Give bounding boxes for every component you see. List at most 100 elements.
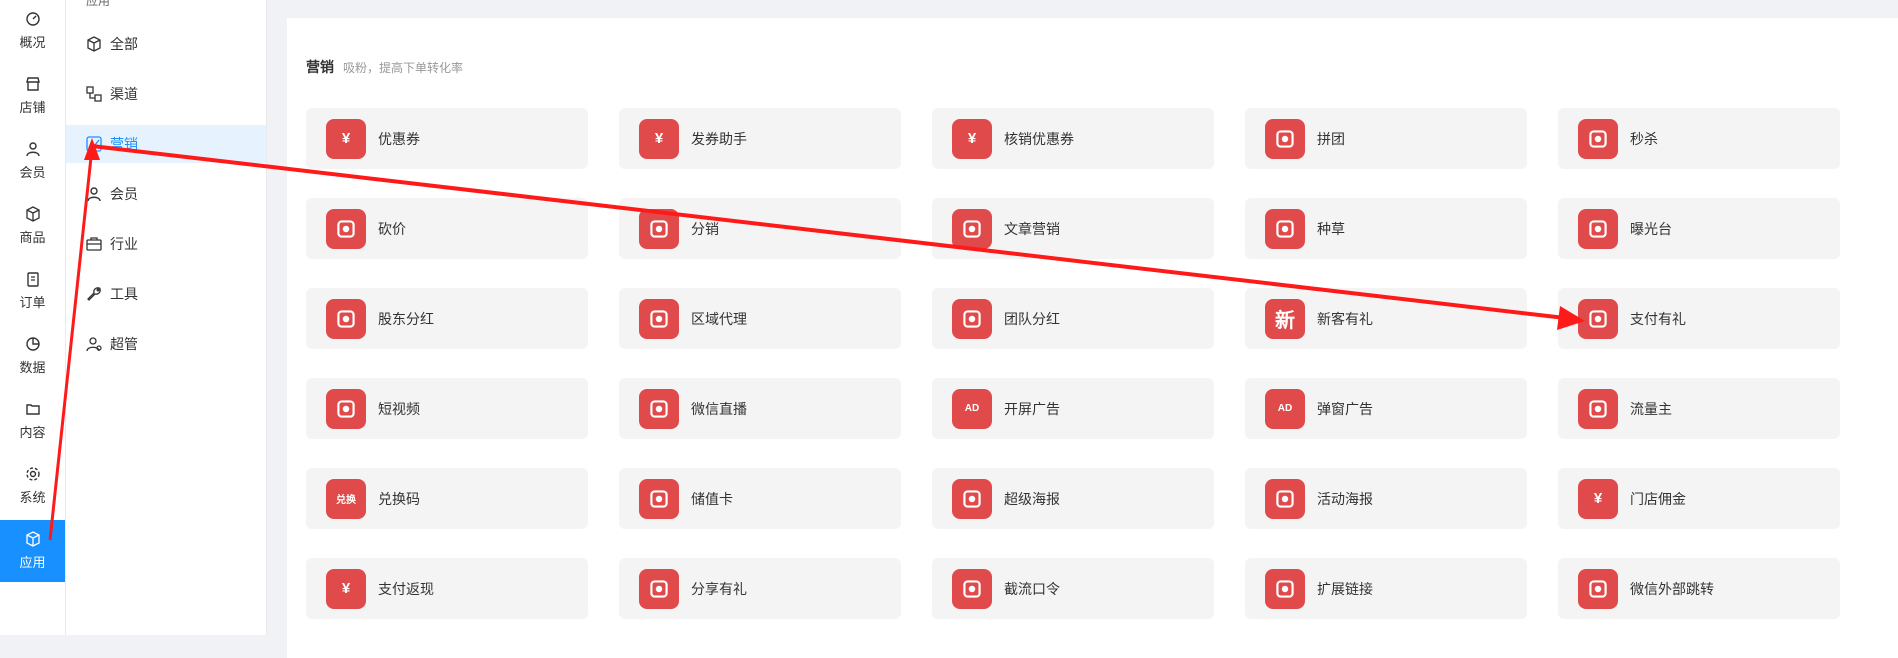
submenu-item-4[interactable]: 行业 [66, 225, 266, 263]
rail-item-4[interactable]: 订单 [0, 260, 65, 322]
submenu-item-3[interactable]: 会员 [66, 175, 266, 213]
dashboard-icon [25, 12, 40, 26]
app-icon: AD [952, 388, 992, 429]
gear-icon [25, 467, 40, 481]
app-label: 核销优惠券 [1004, 130, 1074, 147]
app-symbol [963, 219, 981, 238]
app-icon: ¥ [1578, 478, 1618, 519]
app-card[interactable]: 股东分红 [306, 288, 588, 349]
rail-item-1[interactable]: 店铺 [0, 65, 65, 127]
app-card[interactable]: 分销 [619, 198, 901, 259]
app-card[interactable]: 活动海报 [1245, 468, 1527, 529]
app-symbol [963, 309, 981, 328]
app-symbol [1589, 129, 1607, 148]
app-card[interactable]: 储值卡 [619, 468, 901, 529]
rail-item-label: 店铺 [19, 100, 46, 115]
app-icon [952, 208, 992, 249]
app-icon [1265, 568, 1305, 609]
app-card[interactable]: 新 新客有礼 [1245, 288, 1527, 349]
app-label: 团队分红 [1004, 310, 1060, 327]
app-card[interactable]: 文章营销 [932, 198, 1214, 259]
clipboard-icon [26, 272, 39, 287]
app-label: 文章营销 [1004, 220, 1060, 237]
submenu-item-label: 渠道 [110, 86, 138, 102]
app-card[interactable]: 扩展链接 [1245, 558, 1527, 619]
app-card[interactable]: 兑换 兑换码 [306, 468, 588, 529]
app-label: 支付有礼 [1630, 310, 1686, 327]
app-card[interactable]: 分享有礼 [619, 558, 901, 619]
app-icon-glyph: AD [964, 403, 980, 414]
rail-item-0[interactable]: 概况 [0, 0, 65, 62]
rail-item-2[interactable]: 会员 [0, 130, 65, 192]
app-card[interactable]: 截流口令 [932, 558, 1214, 619]
app-label: 流量主 [1630, 400, 1672, 417]
app-card[interactable]: 流量主 [1558, 378, 1840, 439]
app-icon-glyph: ¥ [967, 130, 977, 147]
app-icon-glyph: AD [1277, 403, 1293, 414]
submenu-item-1[interactable]: 渠道 [66, 75, 266, 113]
app-card[interactable]: ¥ 优惠券 [306, 108, 588, 169]
submenu-item-6[interactable]: 超管 [66, 325, 266, 363]
app-label: 微信直播 [691, 400, 747, 417]
section-title: 营销 [306, 59, 334, 75]
app-card[interactable]: 超级海报 [932, 468, 1214, 529]
app-label: 储值卡 [691, 490, 733, 507]
app-card[interactable]: 短视频 [306, 378, 588, 439]
app-card[interactable]: ¥ 支付返现 [306, 558, 588, 619]
app-card[interactable]: 秒杀 [1558, 108, 1840, 169]
app-card[interactable]: AD 弹窗广告 [1245, 378, 1527, 439]
app-icon [639, 568, 679, 609]
rail-item-label: 商品 [19, 230, 46, 245]
submenu-item-0[interactable]: 全部 [66, 25, 266, 63]
app-symbol [650, 219, 668, 238]
app-card[interactable]: ¥ 发券助手 [619, 108, 901, 169]
app-symbol [1589, 399, 1607, 418]
user-icon [25, 142, 40, 157]
app-label: 支付返现 [378, 580, 434, 597]
app-icon [1578, 388, 1618, 429]
app-label: 微信外部跳转 [1630, 580, 1714, 597]
app-symbol [1589, 309, 1607, 328]
app-label: 短视频 [378, 400, 420, 417]
app-symbol [963, 489, 981, 508]
rail-item-6[interactable]: 内容 [0, 390, 65, 452]
submenu-item-5[interactable]: 工具 [66, 275, 266, 313]
rail-item-5[interactable]: 数据 [0, 325, 65, 387]
app-icon: ¥ [639, 118, 679, 159]
rail-item-3[interactable]: 商品 [0, 195, 65, 257]
app-label: 拼团 [1317, 130, 1345, 147]
app-icon-glyph: 新 [1275, 310, 1295, 332]
app-card[interactable]: ¥ 门店佣金 [1558, 468, 1840, 529]
app-label: 分销 [691, 220, 719, 237]
pie-chart-icon [25, 337, 40, 351]
app-icon-glyph: ¥ [654, 130, 664, 147]
app-icon: 兑换 [326, 478, 366, 519]
app-icon: AD [1265, 388, 1305, 429]
cube-icon [25, 531, 40, 547]
app-card[interactable]: AD 开屏广告 [932, 378, 1214, 439]
app-card[interactable]: 微信外部跳转 [1558, 558, 1840, 619]
rail-item-label: 概况 [19, 35, 46, 50]
app-card[interactable]: 曝光台 [1558, 198, 1840, 259]
rail-item-label: 订单 [19, 295, 46, 310]
app-card[interactable]: 微信直播 [619, 378, 901, 439]
app-card[interactable]: 区域代理 [619, 288, 901, 349]
submenu-item-label: 全部 [110, 36, 138, 52]
store-icon [25, 77, 40, 91]
submenu-item-2[interactable]: 营销 [66, 125, 266, 163]
app-label: 发券助手 [691, 130, 747, 147]
app-icon [1265, 118, 1305, 159]
app-icon [639, 208, 679, 249]
app-card[interactable]: 种草 [1245, 198, 1527, 259]
app-card[interactable]: ¥ 核销优惠券 [932, 108, 1214, 169]
user-icon [87, 187, 101, 202]
rail-item-7[interactable]: 系统 [0, 455, 65, 517]
app-card[interactable]: 砍价 [306, 198, 588, 259]
rail-item-8[interactable]: 应用 [0, 520, 65, 582]
app-symbol [650, 399, 668, 418]
app-symbol [1589, 219, 1607, 238]
app-card[interactable]: 拼团 [1245, 108, 1527, 169]
app-card[interactable]: 团队分红 [932, 288, 1214, 349]
app-icon: ¥ [326, 568, 366, 609]
app-card[interactable]: 支付有礼 [1558, 288, 1840, 349]
